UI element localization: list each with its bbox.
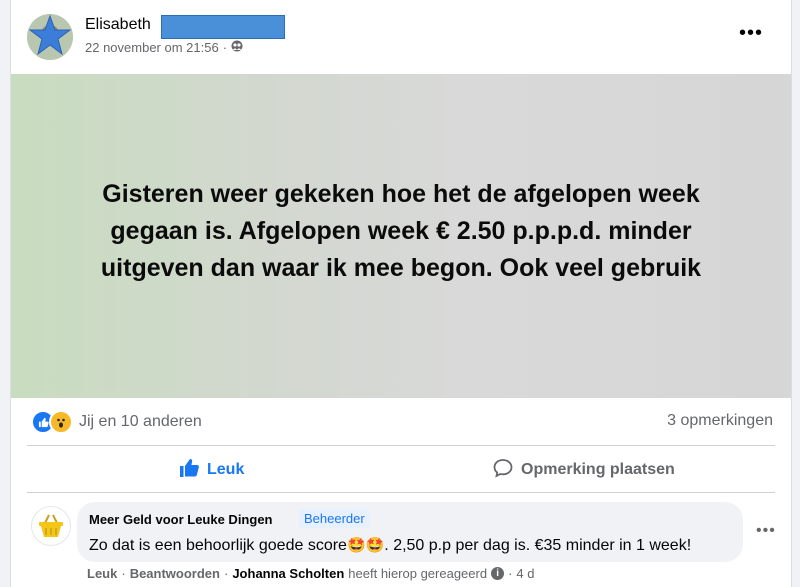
comment-text-end: . 2,50 p.p per dag is. €35 minder in 1 w… [384, 537, 692, 554]
admin-badge: Beheerder [299, 509, 370, 528]
comment-button-label: Opmerking plaatsen [521, 461, 675, 478]
reaction-icons [31, 410, 73, 434]
comment-more-icon[interactable]: ••• [756, 522, 776, 540]
comment-age[interactable]: 4 d [516, 566, 534, 581]
post-card: Elisabeth 22 november om 21:56 · ••• Gis… [10, 0, 792, 587]
author-avatar[interactable] [27, 14, 73, 60]
thumbs-up-icon [179, 458, 199, 483]
comment-reply-link[interactable]: Beantwoorden [130, 566, 220, 581]
post-timestamp[interactable]: 22 november om 21:56 [85, 40, 219, 55]
star-struck-emoji: 🤩🤩 [346, 537, 385, 554]
comment-text: Zo dat is een behoorlijk goede score🤩🤩. … [89, 536, 691, 555]
post-meta: 22 november om 21:56 · [85, 40, 243, 55]
separator: · [223, 566, 229, 581]
post-background: Gisteren weer gekeken hoe het de afgelop… [11, 74, 791, 398]
reaction-summary[interactable]: Jij en 10 anderen [31, 410, 202, 434]
reaction-summary-label: Jij en 10 anderen [79, 413, 202, 430]
comment-author[interactable]: Meer Geld voor Leuke Dingen [89, 512, 273, 527]
group-members-icon[interactable] [231, 40, 243, 55]
separator: · [121, 566, 126, 581]
info-icon[interactable]: i [491, 567, 505, 580]
redacted-surname [161, 15, 285, 39]
like-button[interactable]: Leuk [179, 455, 244, 485]
comment-like-link[interactable]: Leuk [87, 566, 117, 581]
avatar-image [27, 14, 73, 60]
comment-button[interactable]: Opmerking plaatsen [493, 455, 675, 485]
reply-author-link[interactable]: Johanna Scholten [232, 566, 344, 581]
like-button-label: Leuk [207, 461, 245, 478]
post-body: Gisteren weer gekeken hoe het de afgelop… [100, 179, 702, 282]
more-options-icon[interactable]: ••• [739, 22, 763, 45]
comment-bubble-icon [493, 458, 513, 483]
comment-text-start: Zo dat is een behoorlijk goede score [89, 537, 347, 554]
comment-actions: Leuk · Beantwoorden · Johanna Scholten h… [87, 566, 535, 581]
commenter-avatar[interactable] [31, 506, 71, 546]
reply-text: heeft hierop gereageerd [348, 566, 488, 581]
action-divider-bottom [27, 492, 775, 493]
action-divider-top [27, 445, 775, 446]
comment-bubble: Meer Geld voor Leuke Dingen Beheerder Zo… [77, 502, 743, 562]
comment-count-link[interactable]: 3 opmerkingen [667, 412, 773, 430]
shopping-basket-icon [39, 514, 63, 537]
wow-reaction-icon [49, 410, 73, 434]
separator: · [508, 566, 513, 581]
post-header: Elisabeth 22 november om 21:56 · ••• [11, 0, 791, 74]
author-name[interactable]: Elisabeth [85, 16, 151, 34]
meta-separator: · [222, 40, 228, 55]
